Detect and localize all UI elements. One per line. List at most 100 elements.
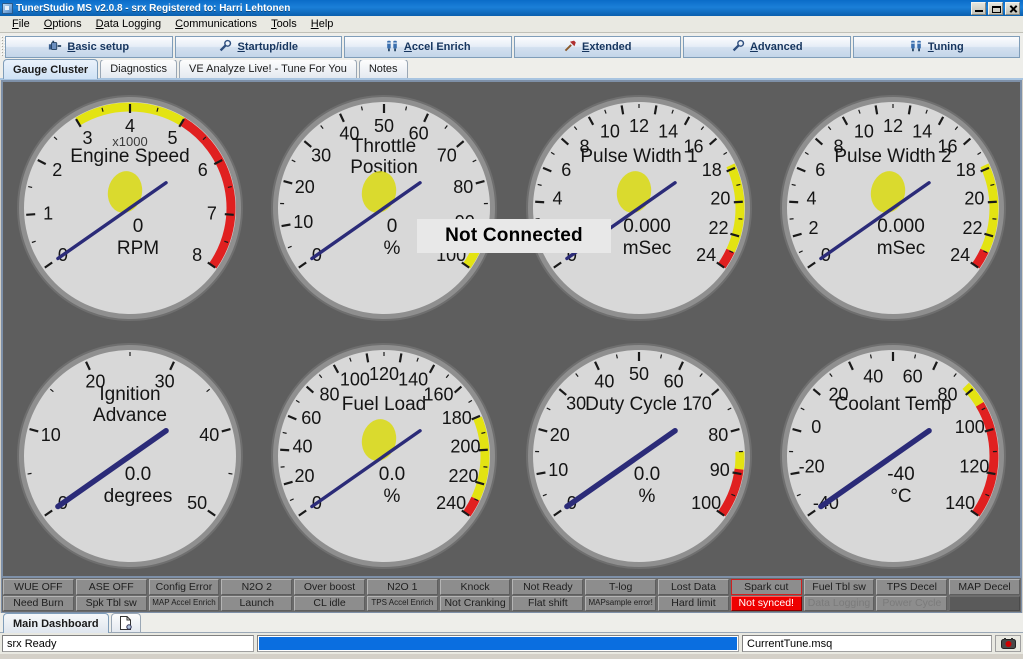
tab-ve-analyze-live-tune-for-you[interactable]: VE Analyze Live! - Tune For You	[179, 59, 357, 78]
status-ready-text: srx Ready	[7, 637, 57, 650]
gauge-engine-speed[interactable]: 012345678x1000Engine Speed0RPM	[6, 82, 254, 330]
minimize-button[interactable]	[971, 1, 986, 15]
gauge-title: Ignition	[99, 384, 160, 405]
indicator-label: Lost Data	[670, 580, 716, 593]
gauge-tick-label: 10	[548, 460, 568, 480]
gauge-tick-label: 18	[701, 160, 721, 180]
gauge-coolant-temp[interactable]: -40-20020406080100120140Coolant Temp-40°…	[769, 330, 1017, 578]
gauge-units: mSec	[877, 238, 926, 259]
progress-bar	[257, 635, 739, 652]
maximize-button[interactable]	[988, 1, 1003, 15]
toolbar-button-label: Accel Enrich	[403, 41, 471, 53]
indicator-label: TPS Decel	[886, 580, 937, 593]
menu-item-data-logging[interactable]: Data Logging	[89, 17, 168, 31]
window-title-bar: TunerStudio MS v2.0.8 - srx Registered t…	[0, 0, 1023, 16]
gauge-tick-label: 20	[295, 466, 315, 486]
toolbar-button-startup-idle[interactable]: Startup/idle	[174, 36, 342, 58]
gauge-minor-tick	[869, 354, 872, 359]
gauge-fuel-load[interactable]: 020406080100120140160180200220240Fuel Lo…	[260, 330, 508, 578]
menu-bar: File Options Data Logging Communications Too…	[0, 16, 1023, 33]
gauge-value: 0.000	[877, 216, 925, 237]
menu-item-communications[interactable]: Communications	[168, 17, 264, 31]
status-ready-field: srx Ready	[2, 635, 254, 652]
toolbar-button-extended[interactable]: Extended	[513, 36, 681, 58]
indicator-n2o-1: N2O 1	[366, 579, 438, 595]
gauge-tick-label: 50	[374, 116, 394, 136]
injector-icon	[385, 39, 399, 56]
gauge-tick-label: 4	[125, 116, 135, 136]
indicator-blank	[949, 595, 1020, 611]
menu-item-file[interactable]: File	[5, 17, 37, 31]
gauge-major-tick	[731, 471, 742, 476]
gauge-tick-label: 1	[43, 203, 53, 223]
indicator-need-burn: Need Burn	[3, 595, 74, 611]
gauge-tick-label: 6	[815, 160, 825, 180]
close-button[interactable]	[1005, 1, 1020, 15]
menu-item-tools[interactable]: Tools	[264, 17, 304, 31]
gauge-duty-cycle-1[interactable]: 0102030405060708090100Duty Cycle 10.0%	[515, 330, 763, 578]
gauge-tick-label: 70	[691, 393, 711, 413]
menu-item-options[interactable]: Options	[37, 17, 89, 31]
gauge-tick-label: 100	[955, 417, 985, 437]
status-file-field: CurrentTune.msq	[742, 635, 992, 652]
gauge-tick-label: 60	[903, 366, 923, 386]
gauge-tick-label: 0	[811, 417, 821, 437]
menu-item-label: Tools	[271, 18, 297, 30]
gauge-pulse-width-1[interactable]: 024681012141618202224Pulse Width 10.000m…	[515, 82, 763, 330]
gauge-major-tick	[987, 200, 997, 204]
gauge-minor-tick	[28, 186, 33, 189]
gauge-tick-label: 7	[207, 203, 217, 223]
gauge-tick-label: 120	[959, 456, 989, 476]
indicator-label: Config Error	[155, 580, 213, 593]
toolbar-button-advanced[interactable]: Advanced	[683, 36, 851, 58]
gauge-title: Pulse Width 1	[580, 146, 697, 167]
toolbar-button-label: Advanced	[749, 41, 803, 53]
gauge-value: 0	[133, 216, 144, 237]
gauge-tick-label: 5	[168, 128, 178, 148]
tab-main-dashboard[interactable]: Main Dashboard	[3, 613, 109, 633]
tab-notes[interactable]: Notes	[358, 59, 408, 78]
gauge-major-tick	[280, 448, 290, 452]
gauge-units: RPM	[117, 238, 159, 259]
indicator-label: MAP Accel Enrich	[152, 598, 216, 608]
tab-label: VE Analyze Live! - Tune For You	[189, 63, 347, 75]
tab-gauge-cluster[interactable]: Gauge Cluster	[3, 59, 99, 79]
connection-status-icon[interactable]	[995, 635, 1021, 652]
gauge-major-tick	[281, 223, 292, 228]
add-dashboard-button[interactable]	[110, 613, 141, 632]
gauge-tick-label: 3	[83, 128, 93, 148]
gauge-pulse-width-2[interactable]: 024681012141618202224Pulse Width 20.000m…	[769, 82, 1017, 330]
gauge-minor-tick	[659, 354, 662, 359]
toolbar-button-label: Basic setup	[67, 41, 130, 53]
tab-diagnostics[interactable]: Diagnostics	[100, 59, 178, 78]
toolbar-button-basic-setup[interactable]: Basic setup	[5, 36, 173, 58]
gauge-tick-label: 60	[302, 408, 322, 428]
menu-item-label: Communications	[175, 18, 258, 30]
toolbar-button-tuning[interactable]: Tuning	[852, 36, 1020, 58]
gauge-tick-label: 30	[312, 145, 332, 165]
gauge-tick-label: 100	[340, 369, 370, 389]
gauge-tick-label: 10	[854, 121, 874, 141]
gauge-major-tick	[224, 213, 234, 216]
gauge-cell: 01020304050IgnitionAdvance0.0degrees	[3, 330, 257, 578]
gauge-tick-label: 12	[629, 116, 649, 136]
gauge-tick-label: 200	[451, 436, 481, 456]
gauge-major-tick	[26, 213, 36, 216]
gauge-value: 0.0	[379, 464, 405, 485]
gauge-tick-label: 60	[663, 372, 683, 392]
gauge-throttle-position[interactable]: 0102030405060708090100ThrottlePosition0%	[260, 82, 508, 330]
gauge-minor-tick	[913, 354, 916, 359]
gauge-tick-label: 50	[187, 493, 207, 513]
indicator-label: Not Ready	[523, 580, 573, 593]
not-connected-overlay: Not Connected	[417, 219, 611, 253]
indicator-spk-tbl-sw: Spk Tbl sw	[75, 595, 147, 611]
indicator-hard-limit: Hard limit	[658, 595, 729, 611]
gauge-ignition-advance[interactable]: 01020304050IgnitionAdvance0.0degrees	[6, 330, 254, 578]
menu-item-help[interactable]: Help	[304, 17, 341, 31]
gauge-title: Advance	[93, 405, 167, 426]
indicator-map-decel: MAP Decel	[949, 579, 1020, 595]
gauge-tick-label: 10	[41, 425, 61, 445]
gauge-minor-tick	[361, 106, 364, 111]
toolbar-button-accel-enrich[interactable]: Accel Enrich	[344, 36, 512, 58]
indicator-label: Spark cut	[744, 580, 789, 593]
